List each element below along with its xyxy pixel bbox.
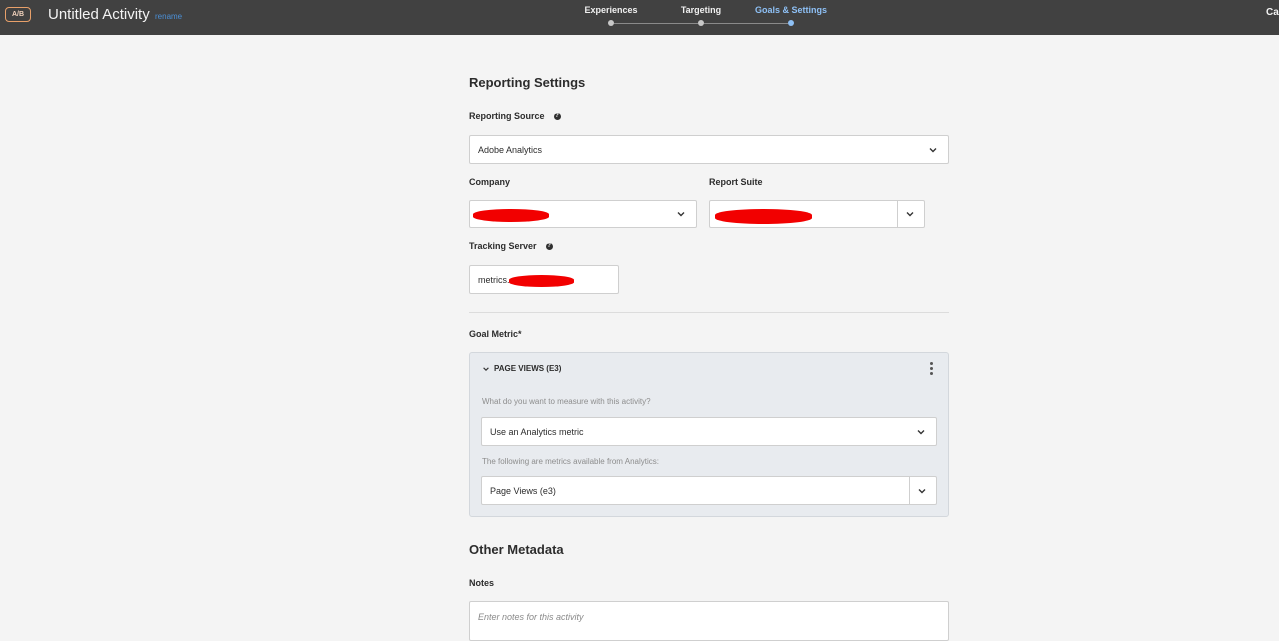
report-suite-combobox[interactable]	[709, 200, 925, 228]
help-icon[interactable]: ?	[545, 243, 553, 251]
chevron-down-icon	[677, 212, 685, 217]
goal-metric-label: Goal Metric*	[469, 329, 522, 339]
step-targeting[interactable]: Targeting	[681, 5, 721, 16]
company-label: Company	[469, 177, 511, 187]
tracking-server-label-text: Tracking Server	[469, 241, 537, 251]
available-metrics-label: The following are metrics available from…	[482, 457, 659, 466]
redaction-mark	[715, 209, 812, 224]
reporting-source-select[interactable]: Adobe Analytics	[469, 135, 949, 164]
step-connector	[614, 23, 698, 24]
step-goals-settings[interactable]: Goals & Settings	[755, 5, 827, 16]
step-dot-experiences[interactable]	[608, 20, 614, 26]
tracking-server-input[interactable]: metrics.	[469, 265, 619, 294]
activity-title: Untitled Activity	[48, 6, 150, 23]
activity-type-badge: A/B	[5, 7, 31, 22]
reporting-source-label: Reporting Source?	[469, 111, 561, 122]
cancel-button-truncated[interactable]: Ca	[1266, 7, 1279, 19]
goal-metric-panel: PAGE VIEWS (E3) What do you want to meas…	[469, 352, 949, 517]
notes-placeholder: Enter notes for this activity	[478, 612, 584, 622]
chevron-down-icon[interactable]	[917, 486, 927, 496]
report-suite-label: Report Suite	[709, 177, 763, 187]
top-bar: A/B Untitled Activity rename Experiences…	[0, 0, 1279, 35]
step-connector	[704, 23, 788, 24]
chevron-down-icon[interactable]	[905, 209, 915, 219]
rename-link[interactable]: rename	[155, 12, 182, 22]
reporting-source-label-text: Reporting Source	[469, 111, 545, 121]
measure-type-value: Use an Analytics metric	[490, 426, 584, 437]
measure-type-select[interactable]: Use an Analytics metric	[481, 417, 937, 446]
step-experiences[interactable]: Experiences	[584, 5, 637, 16]
chevron-down-icon[interactable]	[482, 365, 490, 373]
analytics-metric-value: Page Views (e3)	[490, 485, 556, 496]
combobox-divider	[909, 477, 910, 504]
analytics-metric-combobox[interactable]: Page Views (e3)	[481, 476, 937, 505]
notes-textarea[interactable]: Enter notes for this activity	[469, 601, 949, 641]
redaction-mark	[509, 275, 574, 287]
reporting-source-value: Adobe Analytics	[478, 144, 543, 155]
reporting-settings-heading: Reporting Settings	[469, 75, 586, 90]
tracking-server-value: metrics.	[478, 274, 510, 285]
combobox-divider	[897, 201, 898, 227]
other-metadata-heading: Other Metadata	[469, 542, 564, 557]
company-select[interactable]	[469, 200, 697, 228]
redaction-mark	[473, 209, 549, 222]
goal-metric-title[interactable]: PAGE VIEWS (E3)	[494, 364, 561, 374]
more-options-icon[interactable]	[929, 362, 933, 376]
section-divider	[469, 312, 949, 313]
chevron-down-icon	[917, 429, 925, 434]
chevron-down-icon	[929, 147, 937, 152]
step-dot-goals-settings[interactable]	[788, 20, 794, 26]
tracking-server-label: Tracking Server?	[469, 241, 553, 252]
measure-question-label: What do you want to measure with this ac…	[482, 397, 651, 406]
step-dot-targeting[interactable]	[698, 20, 704, 26]
help-icon[interactable]: ?	[553, 113, 561, 121]
notes-label: Notes	[469, 578, 495, 588]
